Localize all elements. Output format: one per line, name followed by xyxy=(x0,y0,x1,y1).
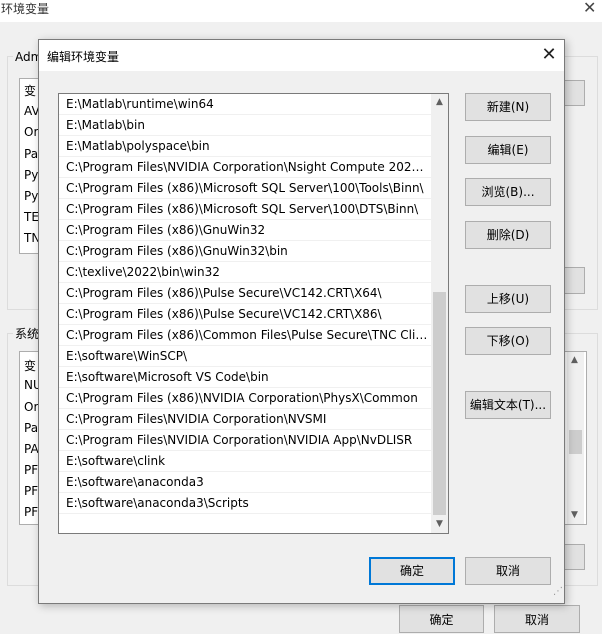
new-button[interactable]: 新建(N) xyxy=(465,93,551,121)
bg-system-row: Or xyxy=(24,400,39,414)
list-item[interactable]: C:\Program Files\NVIDIA Corporation\NVSM… xyxy=(59,409,431,430)
list-item[interactable]: C:\Program Files\NVIDIA Corporation\NVID… xyxy=(59,430,431,451)
chevron-up-icon[interactable]: ▲ xyxy=(431,94,448,111)
bg-user-button-edge[interactable] xyxy=(563,80,585,106)
bg-ok-button[interactable]: 确定 xyxy=(399,605,484,633)
move-up-button[interactable]: 上移(U) xyxy=(465,285,551,313)
list-item[interactable]: C:\Program Files (x86)\GnuWin32\bin xyxy=(59,241,431,262)
path-entry-text: C:\texlive\2022\bin\win32 xyxy=(66,265,220,279)
bg-system-row: PF xyxy=(24,463,39,477)
list-item[interactable]: C:\Program Files (x86)\Pulse Secure\VC14… xyxy=(59,283,431,304)
list-item[interactable]: E:\Matlab\bin xyxy=(59,115,431,136)
close-icon[interactable]: ✕ xyxy=(539,44,559,66)
path-entry-text: E:\software\anaconda3\Scripts xyxy=(66,496,249,510)
path-entry-text: E:\Matlab\runtime\win64 xyxy=(66,97,214,111)
chevron-down-icon[interactable]: ▼ xyxy=(431,516,448,533)
list-item[interactable]: C:\texlive\2022\bin\win32 xyxy=(59,262,431,283)
path-entry-text: E:\Matlab\bin xyxy=(66,118,145,132)
bg-user-row: Pa xyxy=(24,147,39,161)
resize-grip-icon[interactable]: ⋰ xyxy=(553,587,563,597)
path-entry-text: C:\Program Files\NVIDIA Corporation\NVID… xyxy=(66,433,413,447)
list-item[interactable]: E:\software\anaconda3 xyxy=(59,472,431,493)
edit-button[interactable]: 编辑(E) xyxy=(465,136,551,164)
system-variables-group-label: 系统 xyxy=(13,325,42,342)
path-entry-text: E:\Matlab\polyspace\bin xyxy=(66,139,210,153)
bg-system-row: PA xyxy=(24,442,39,456)
list-item[interactable] xyxy=(59,514,431,533)
system-list-scroll-thumb[interactable] xyxy=(569,430,582,454)
path-entry-text: C:\Program Files (x86)\GnuWin32\bin xyxy=(66,244,288,258)
path-entry-text: C:\Program Files (x86)\NVIDIA Corporatio… xyxy=(66,391,418,405)
path-entry-text: C:\Program Files\NVIDIA Corporation\Nsig… xyxy=(66,160,428,174)
path-entry-text: E:\software\clink xyxy=(66,454,166,468)
bg-user-row: 变 xyxy=(24,84,37,98)
move-down-button[interactable]: 下移(O) xyxy=(465,327,551,355)
path-entry-text: E:\software\Microsoft VS Code\bin xyxy=(66,370,269,384)
system-list-scrollbar[interactable]: ▲ ▼ xyxy=(567,352,584,524)
bg-user-row: TE xyxy=(24,210,39,224)
list-item[interactable]: C:\Program Files (x86)\Microsoft SQL Ser… xyxy=(59,178,431,199)
bg-system-row: Pa xyxy=(24,421,39,435)
path-entries-list[interactable]: E:\Matlab\runtime\win64 E:\Matlab\bin E:… xyxy=(58,93,449,534)
list-item[interactable]: E:\software\anaconda3\Scripts xyxy=(59,493,431,514)
browse-button[interactable]: 浏览(B)... xyxy=(465,178,551,206)
bg-user-row: Or xyxy=(24,125,39,139)
bg-window-title: 环境变量 xyxy=(1,2,50,16)
path-entry-text: E:\software\WinSCP\ xyxy=(66,349,188,363)
bg-system-row: PF xyxy=(24,484,39,498)
edit-text-button[interactable]: 编辑文本(T)... xyxy=(465,391,551,419)
list-item[interactable]: C:\Program Files\NVIDIA Corporation\Nsig… xyxy=(59,157,431,178)
bg-titlebar: 环境变量 ✕ xyxy=(0,0,602,22)
cancel-button[interactable]: 取消 xyxy=(465,557,551,585)
path-list-scrollbar[interactable]: ▲ ▼ xyxy=(431,94,448,533)
delete-button[interactable]: 删除(D) xyxy=(465,221,551,249)
list-item[interactable]: C:\Program Files (x86)\NVIDIA Corporatio… xyxy=(59,388,431,409)
path-entry-text: C:\Program Files (x86)\Microsoft SQL Ser… xyxy=(66,202,419,216)
list-item[interactable]: E:\Matlab\runtime\win64 xyxy=(59,94,431,115)
bg-system-row: 变 xyxy=(24,359,37,373)
list-item[interactable]: E:\software\Microsoft VS Code\bin xyxy=(59,367,431,388)
path-entry-text: E:\software\anaconda3 xyxy=(66,475,204,489)
list-item[interactable]: C:\Program Files (x86)\GnuWin32 xyxy=(59,220,431,241)
dialog-titlebar: 编辑环境变量 ✕ xyxy=(39,40,564,71)
bg-system-row: PF xyxy=(24,505,39,519)
dialog-title: 编辑环境变量 xyxy=(47,50,120,64)
list-item[interactable]: C:\Program Files (x86)\Pulse Secure\VC14… xyxy=(59,304,431,325)
bg-close-icon[interactable]: ✕ xyxy=(583,0,596,17)
path-entry-text: C:\Program Files (x86)\Microsoft SQL Ser… xyxy=(66,181,424,195)
list-item[interactable]: C:\Program Files (x86)\Microsoft SQL Ser… xyxy=(59,199,431,220)
list-item[interactable]: E:\software\clink xyxy=(59,451,431,472)
path-list-scroll-thumb[interactable] xyxy=(433,292,446,515)
path-entry-text: C:\Program Files (x86)\GnuWin32 xyxy=(66,223,266,237)
list-item[interactable]: C:\Program Files (x86)\Common Files\Puls… xyxy=(59,325,431,346)
list-item[interactable]: E:\Matlab\polyspace\bin xyxy=(59,136,431,157)
bg-user-row: Py xyxy=(24,189,39,203)
bg-system-button-edge[interactable] xyxy=(563,544,585,570)
chevron-up-icon[interactable]: ▲ xyxy=(571,355,578,365)
path-entry-text: C:\Program Files (x86)\Common Files\Puls… xyxy=(66,328,428,342)
bg-cancel-button[interactable]: 取消 xyxy=(494,605,580,633)
bg-user-button-edge[interactable] xyxy=(563,267,585,294)
bg-user-row: Py xyxy=(24,168,39,182)
edit-environment-variable-dialog: 编辑环境变量 ✕ E:\Matlab\runtime\win64 E:\Matl… xyxy=(38,39,565,604)
list-item[interactable]: E:\software\WinSCP\ xyxy=(59,346,431,367)
path-entry-text: C:\Program Files (x86)\Pulse Secure\VC14… xyxy=(66,286,382,300)
path-entry-text: C:\Program Files\NVIDIA Corporation\NVSM… xyxy=(66,412,327,426)
ok-button[interactable]: 确定 xyxy=(369,557,455,585)
path-entry-text: C:\Program Files (x86)\Pulse Secure\VC14… xyxy=(66,307,382,321)
chevron-down-icon[interactable]: ▼ xyxy=(571,510,578,520)
